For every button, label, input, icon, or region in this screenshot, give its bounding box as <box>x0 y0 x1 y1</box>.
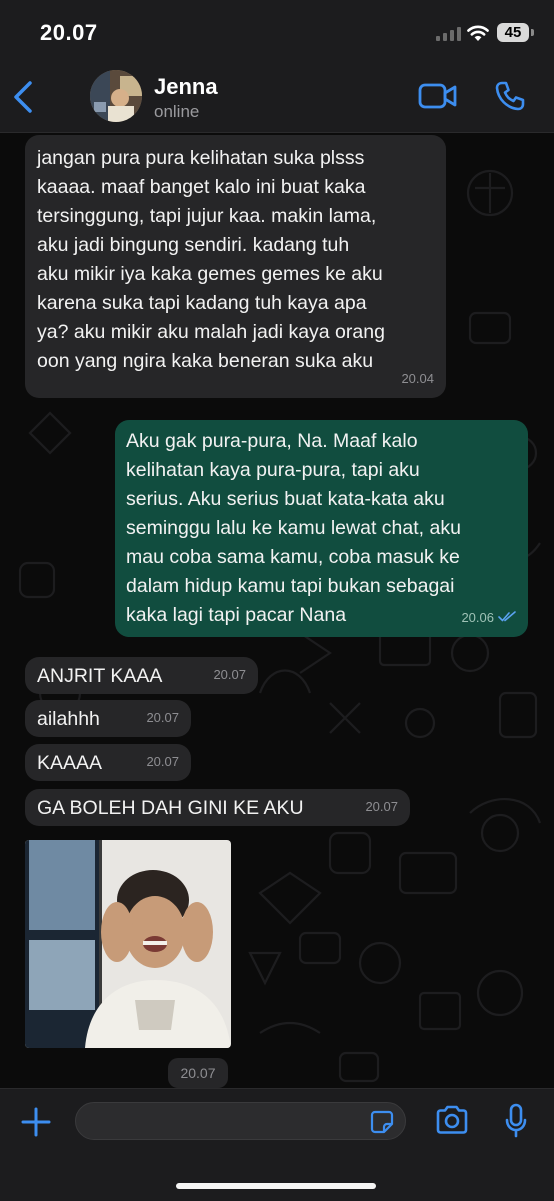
message-time: 20.06 <box>461 610 494 625</box>
message-time: 20.04 <box>401 371 434 386</box>
chat-area[interactable]: jangan pura pura kelihatan suka plsss ka… <box>0 133 554 1088</box>
message-incoming[interactable]: GA BOLEH DAH GINI KE AKU 20.07 <box>25 789 410 826</box>
plus-icon[interactable] <box>20 1106 52 1138</box>
message-time: 20.07 <box>365 799 398 814</box>
message-incoming[interactable]: ailahhh 20.07 <box>25 700 191 737</box>
message-meta: 20.06 <box>461 603 516 632</box>
chat-header: Jenna online <box>0 62 554 133</box>
message-time: 20.07 <box>146 754 179 769</box>
message-time: 20.07 <box>146 710 179 725</box>
microphone-icon[interactable] <box>504 1103 528 1139</box>
message-incoming[interactable]: jangan pura pura kelihatan suka plsss ka… <box>25 135 446 398</box>
video-camera-icon[interactable] <box>418 82 458 110</box>
battery-icon: 45 <box>497 23 529 42</box>
wifi-icon <box>467 25 489 41</box>
message-incoming[interactable]: KAAAA 20.07 <box>25 744 191 781</box>
cellular-signal-icon <box>436 27 461 41</box>
avatar[interactable] <box>90 70 142 122</box>
message-outgoing[interactable]: Aku gak pura-pura, Na. Maaf kalo kelihat… <box>115 420 528 637</box>
message-text: Aku gak pura-pura, Na. Maaf kalo kelihat… <box>126 430 461 626</box>
home-indicator <box>176 1183 376 1189</box>
double-check-icon <box>498 611 516 622</box>
message-time: 20.07 <box>168 1058 228 1088</box>
sticker-icon[interactable] <box>370 1110 394 1134</box>
battery-tip <box>531 29 534 36</box>
contact-name[interactable]: Jenna <box>154 74 218 100</box>
contact-status: online <box>154 102 200 121</box>
chevron-left-icon[interactable] <box>8 77 42 117</box>
message-image[interactable] <box>25 840 231 1048</box>
message-text: jangan pura pura kelihatan suka plsss ka… <box>37 147 385 372</box>
status-bar: 20.07 45 <box>0 0 554 62</box>
camera-icon[interactable] <box>434 1104 470 1136</box>
phone-icon[interactable] <box>494 80 526 112</box>
message-time: 20.07 <box>213 667 246 682</box>
message-input[interactable] <box>75 1102 406 1140</box>
composer-bar <box>0 1088 554 1201</box>
message-incoming[interactable]: ANJRIT KAAA 20.07 <box>25 657 258 694</box>
status-time: 20.07 <box>40 20 98 45</box>
message-text: GA BOLEH DAH GINI KE AKU <box>37 797 304 819</box>
